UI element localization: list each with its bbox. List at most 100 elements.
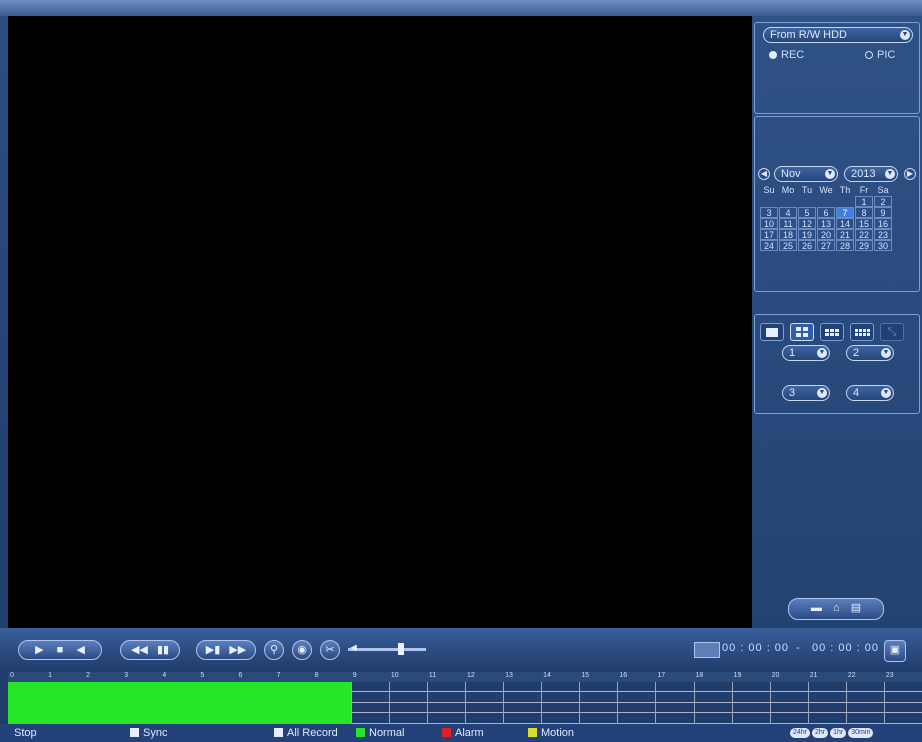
screen-icon[interactable]: ▬	[811, 602, 822, 614]
end-time[interactable]: 00 : 00 : 00	[812, 642, 879, 654]
clip-icon[interactable]: ✂	[320, 640, 340, 660]
time-search-icon[interactable]	[694, 642, 720, 658]
calendar-day[interactable]: 14	[836, 218, 854, 229]
calendar-day[interactable]: 22	[855, 229, 873, 240]
motion-label: Motion	[541, 727, 575, 739]
layout-9-icon[interactable]	[820, 323, 844, 341]
pic-label: PIC	[877, 49, 896, 61]
hour-gridline	[388, 682, 390, 724]
timeline-track[interactable]	[8, 682, 922, 724]
calendar-day[interactable]: 8	[855, 207, 873, 218]
all-record-checkbox[interactable]: All Record	[274, 727, 338, 739]
chevron-down-icon: ▼	[900, 30, 910, 40]
all-record-label: All Record	[287, 727, 338, 739]
play-icon[interactable]: ▶	[35, 644, 43, 656]
pause-icon[interactable]: ▮▮	[157, 644, 169, 656]
hour-tick: 4	[162, 672, 167, 679]
calendar-day[interactable]: 10	[760, 218, 778, 229]
sync-checkbox[interactable]: Sync	[130, 727, 167, 739]
next-frame-icon[interactable]: ▶▮	[206, 644, 221, 656]
hour-tick: 9	[352, 672, 357, 679]
time-separator: -	[796, 642, 801, 654]
calendar-day[interactable]: 29	[855, 240, 873, 251]
year-select[interactable]: 2013 ▼	[844, 166, 898, 182]
layout-16-icon[interactable]	[850, 323, 874, 341]
channel-select-4[interactable]: 4 ▼	[846, 385, 894, 401]
calendar-day[interactable]: 18	[779, 229, 797, 240]
zoom-button[interactable]: 24hr	[790, 728, 811, 738]
source-select[interactable]: From R/W HDD ▼	[763, 27, 913, 43]
chevron-down-icon: ▼	[881, 348, 891, 358]
smart-search-icon[interactable]: ⚲	[264, 640, 284, 660]
hour-tick: 20	[771, 672, 780, 679]
calendar-day[interactable]: 13	[817, 218, 835, 229]
next-month-icon[interactable]: ▶	[904, 168, 916, 180]
calendar-day[interactable]: 1	[855, 196, 873, 207]
motion-checkbox[interactable]: Motion	[528, 727, 574, 739]
calendar-day[interactable]: 20	[817, 229, 835, 240]
calendar-day[interactable]: 9	[874, 207, 892, 218]
layout-custom-icon[interactable]: ⤡	[880, 323, 904, 341]
calendar-day[interactable]: 19	[798, 229, 816, 240]
volume-handle[interactable]	[398, 643, 404, 655]
snapshot-icon[interactable]: ◉	[292, 640, 312, 660]
fast-icon[interactable]: ▶▶	[229, 644, 246, 656]
calendar-day[interactable]: 30	[874, 240, 892, 251]
source-box: From R/W HDD ▼ REC PIC	[754, 22, 920, 114]
channel-select-2[interactable]: 2 ▼	[846, 345, 894, 361]
layout-1-icon[interactable]	[760, 323, 784, 341]
calendar-day[interactable]: 24	[760, 240, 778, 251]
rec-radio[interactable]: REC	[769, 49, 804, 61]
title-strip	[0, 0, 922, 16]
hour-gridline	[541, 682, 543, 724]
check-icon	[442, 728, 451, 737]
calendar-empty	[779, 196, 797, 207]
prev-month-icon[interactable]: ◀	[758, 168, 770, 180]
calendar-day[interactable]: 15	[855, 218, 873, 229]
chevron-down-icon: ▼	[825, 169, 835, 179]
calendar-day[interactable]: 11	[779, 218, 797, 229]
hour-gridline	[617, 682, 619, 724]
layout-4-icon[interactable]	[790, 323, 814, 341]
file-list-icon[interactable]: ▤	[851, 602, 861, 614]
calendar-day[interactable]: 3	[760, 207, 778, 218]
speed-group: ◀◀ ▮▮	[120, 640, 180, 660]
hour-tick: 5	[200, 672, 205, 679]
month-select[interactable]: Nov ▼	[774, 166, 838, 182]
stop-icon[interactable]: ■	[57, 644, 64, 656]
calendar-day[interactable]: 4	[779, 207, 797, 218]
normal-checkbox[interactable]: Normal	[356, 727, 404, 739]
zoom-button[interactable]: 30min	[848, 728, 874, 738]
channel-select-1[interactable]: 1 ▼	[782, 345, 830, 361]
alarm-checkbox[interactable]: Alarm	[442, 727, 484, 739]
calendar-day[interactable]: 21	[836, 229, 854, 240]
calendar-day[interactable]: 25	[779, 240, 797, 251]
calendar-day[interactable]: 12	[798, 218, 816, 229]
channel-1-value: 1	[789, 347, 796, 359]
calendar-day[interactable]: 23	[874, 229, 892, 240]
chevron-down-icon: ▼	[817, 388, 827, 398]
calendar-day[interactable]: 17	[760, 229, 778, 240]
slow-icon[interactable]: ◀◀	[131, 644, 148, 656]
calendar-day[interactable]: 5	[798, 207, 816, 218]
pic-radio[interactable]: PIC	[865, 49, 895, 61]
backup-icon[interactable]: ▣	[884, 640, 906, 662]
hour-tick: 1	[48, 672, 52, 679]
channel-select-3[interactable]: 3 ▼	[782, 385, 830, 401]
calendar-day[interactable]: 27	[817, 240, 835, 251]
calendar-day[interactable]: 16	[874, 218, 892, 229]
volume-slider[interactable]	[348, 648, 426, 651]
calendar-day[interactable]: 26	[798, 240, 816, 251]
calendar-day[interactable]: 6	[817, 207, 835, 218]
zoom-button[interactable]: 2hr	[812, 728, 829, 738]
start-time[interactable]: 00 : 00 : 00	[722, 642, 789, 654]
calendar-day[interactable]: 28	[836, 240, 854, 251]
split-layout-tabs: ⤡	[760, 323, 904, 345]
calendar-day[interactable]: 2	[874, 196, 892, 207]
tag-icon[interactable]: ⌂	[833, 602, 840, 614]
calendar-day[interactable]: 7	[836, 207, 854, 218]
play-backward-icon[interactable]: ◀	[76, 644, 84, 656]
zoom-button[interactable]: 1hr	[830, 728, 847, 738]
hour-tick: 19	[733, 672, 742, 679]
video-display[interactable]	[8, 16, 752, 628]
